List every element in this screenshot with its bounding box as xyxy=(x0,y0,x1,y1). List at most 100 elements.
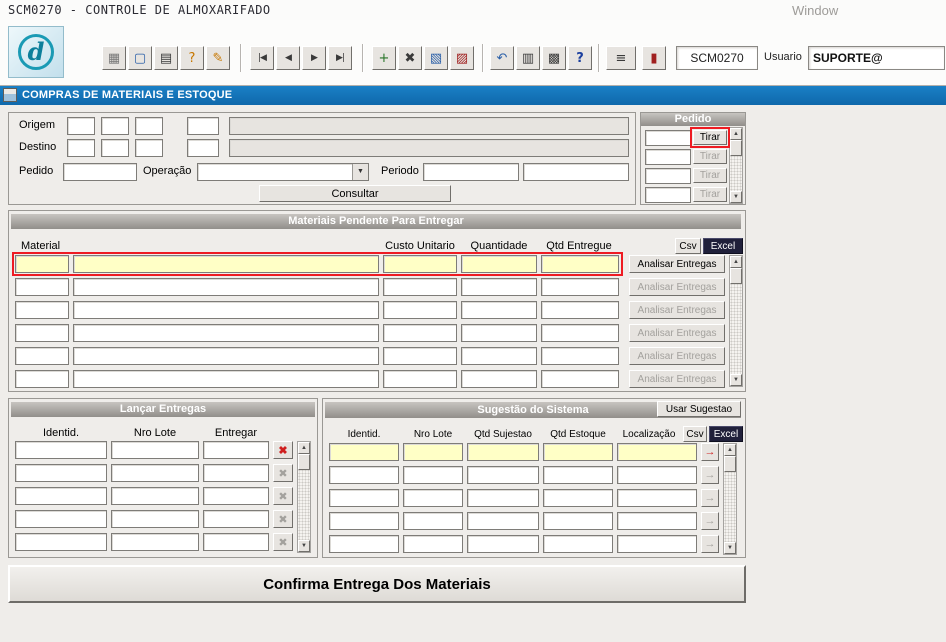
origem-code-input[interactable] xyxy=(101,117,129,135)
scroll-down-icon[interactable]: ▼ xyxy=(730,191,742,203)
sugestao-identid-input[interactable] xyxy=(329,512,399,530)
scroll-thumb[interactable] xyxy=(724,456,736,472)
identid-input[interactable] xyxy=(15,464,107,482)
entregar-input[interactable] xyxy=(203,487,269,505)
dropdown-arrow-icon[interactable]: ▼ xyxy=(352,164,368,180)
custo-unitario-input[interactable] xyxy=(383,347,457,365)
sugestao-scrollbar[interactable]: ▲ ▼ xyxy=(723,443,737,555)
periodo-end-input[interactable] xyxy=(523,163,629,181)
nro-lote-input[interactable] xyxy=(111,533,199,551)
pedido-item-input[interactable] xyxy=(645,168,691,184)
custo-unitario-input[interactable] xyxy=(383,278,457,296)
sugestao-nro-lote-input[interactable] xyxy=(403,535,463,553)
first-record-button[interactable]: |◀ xyxy=(250,46,274,70)
material-desc-input[interactable] xyxy=(73,255,379,273)
sugestao-nro-lote-input[interactable] xyxy=(403,489,463,507)
sugestao-identid-input[interactable] xyxy=(329,466,399,484)
origem-code-input[interactable] xyxy=(187,117,219,135)
qtd-sugestao-input[interactable] xyxy=(467,489,539,507)
help-button[interactable]: ? xyxy=(568,46,592,70)
quantidade-input[interactable] xyxy=(461,347,537,365)
identid-input[interactable] xyxy=(15,441,107,459)
scroll-thumb[interactable] xyxy=(298,454,310,470)
sugestao-nro-lote-input[interactable] xyxy=(403,512,463,530)
destino-code-input[interactable] xyxy=(67,139,95,157)
delete-record-button[interactable]: ✖ xyxy=(398,46,422,70)
qtd-entregue-input[interactable] xyxy=(541,301,619,319)
remove-row-button[interactable]: ✖ xyxy=(273,441,293,459)
program-code-field[interactable] xyxy=(676,46,758,70)
scroll-down-icon[interactable]: ▼ xyxy=(298,540,310,552)
nro-lote-input[interactable] xyxy=(111,464,199,482)
material-desc-input[interactable] xyxy=(73,301,379,319)
exit-button[interactable]: ▮ xyxy=(642,46,666,70)
qtd-estoque-input[interactable] xyxy=(543,535,613,553)
qtd-sugestao-input[interactable] xyxy=(467,535,539,553)
destino-code-input[interactable] xyxy=(101,139,129,157)
pedido-scrollbar[interactable]: ▲ ▼ xyxy=(729,127,743,204)
destino-code-input[interactable] xyxy=(187,139,219,157)
material-desc-input[interactable] xyxy=(73,324,379,342)
material-code-input[interactable] xyxy=(15,301,69,319)
pedido-item-input[interactable] xyxy=(645,130,691,146)
count-query-button[interactable]: ▨ xyxy=(450,46,474,70)
confirma-entrega-button[interactable]: Confirma Entrega Dos Materiais xyxy=(8,565,746,603)
consultar-button[interactable]: Consultar xyxy=(259,185,451,202)
entregar-input[interactable] xyxy=(203,441,269,459)
material-desc-input[interactable] xyxy=(73,278,379,296)
quantidade-input[interactable] xyxy=(461,370,537,388)
tirar-button[interactable]: Tirar xyxy=(693,130,727,145)
destino-code-input[interactable] xyxy=(135,139,163,157)
analisar-entregas-button[interactable]: Analisar Entregas xyxy=(629,255,725,273)
periodo-start-input[interactable] xyxy=(423,163,519,181)
search-button[interactable]: ▧ xyxy=(424,46,448,70)
quantidade-input[interactable] xyxy=(461,301,537,319)
localizacao-input[interactable] xyxy=(617,466,697,484)
scroll-down-icon[interactable]: ▼ xyxy=(730,374,742,386)
apply-suggestion-button[interactable]: → xyxy=(701,443,719,461)
print-button[interactable]: ▤ xyxy=(154,46,178,70)
qtd-estoque-input[interactable] xyxy=(543,489,613,507)
scroll-thumb[interactable] xyxy=(730,268,742,284)
scroll-up-icon[interactable]: ▲ xyxy=(730,128,742,140)
localizacao-input[interactable] xyxy=(617,512,697,530)
scroll-down-icon[interactable]: ▼ xyxy=(724,542,736,554)
sugestao-identid-input[interactable] xyxy=(329,535,399,553)
qtd-entregue-input[interactable] xyxy=(541,370,619,388)
entregar-input[interactable] xyxy=(203,510,269,528)
last-record-button[interactable]: ▶| xyxy=(328,46,352,70)
excel-button[interactable]: Excel xyxy=(703,238,743,254)
localizacao-input[interactable] xyxy=(617,443,697,461)
undo-button[interactable]: ↶ xyxy=(490,46,514,70)
sugestao-nro-lote-input[interactable] xyxy=(403,443,463,461)
quantidade-input[interactable] xyxy=(461,278,537,296)
material-code-input[interactable] xyxy=(15,255,69,273)
qtd-sugestao-input[interactable] xyxy=(467,443,539,461)
csv-button[interactable]: Csv xyxy=(675,238,701,254)
origem-code-input[interactable] xyxy=(67,117,95,135)
execute-query-button[interactable]: ✎ xyxy=(206,46,230,70)
qtd-entregue-input[interactable] xyxy=(541,255,619,273)
custo-unitario-input[interactable] xyxy=(383,255,457,273)
sugestao-nro-lote-input[interactable] xyxy=(403,466,463,484)
nro-lote-input[interactable] xyxy=(111,441,199,459)
qtd-entregue-input[interactable] xyxy=(541,347,619,365)
sugestao-identid-input[interactable] xyxy=(329,443,399,461)
scroll-up-icon[interactable]: ▲ xyxy=(730,256,742,268)
material-code-input[interactable] xyxy=(15,370,69,388)
material-code-input[interactable] xyxy=(15,324,69,342)
menu-button[interactable]: ≡ xyxy=(606,46,636,70)
operacao-select[interactable]: ▼ xyxy=(197,163,369,181)
pedido-item-input[interactable] xyxy=(645,149,691,165)
materials-scrollbar[interactable]: ▲ ▼ xyxy=(729,255,743,387)
custo-unitario-input[interactable] xyxy=(383,324,457,342)
identid-input[interactable] xyxy=(15,487,107,505)
identid-input[interactable] xyxy=(15,510,107,528)
lock-record-button[interactable]: ▩ xyxy=(542,46,566,70)
usar-sugestao-button[interactable]: Usar Sugestao xyxy=(657,401,741,417)
previous-record-button[interactable]: ◀ xyxy=(276,46,300,70)
preview-button[interactable]: ▢ xyxy=(128,46,152,70)
qtd-sugestao-input[interactable] xyxy=(467,466,539,484)
pedido-input[interactable] xyxy=(63,163,137,181)
entregar-input[interactable] xyxy=(203,533,269,551)
